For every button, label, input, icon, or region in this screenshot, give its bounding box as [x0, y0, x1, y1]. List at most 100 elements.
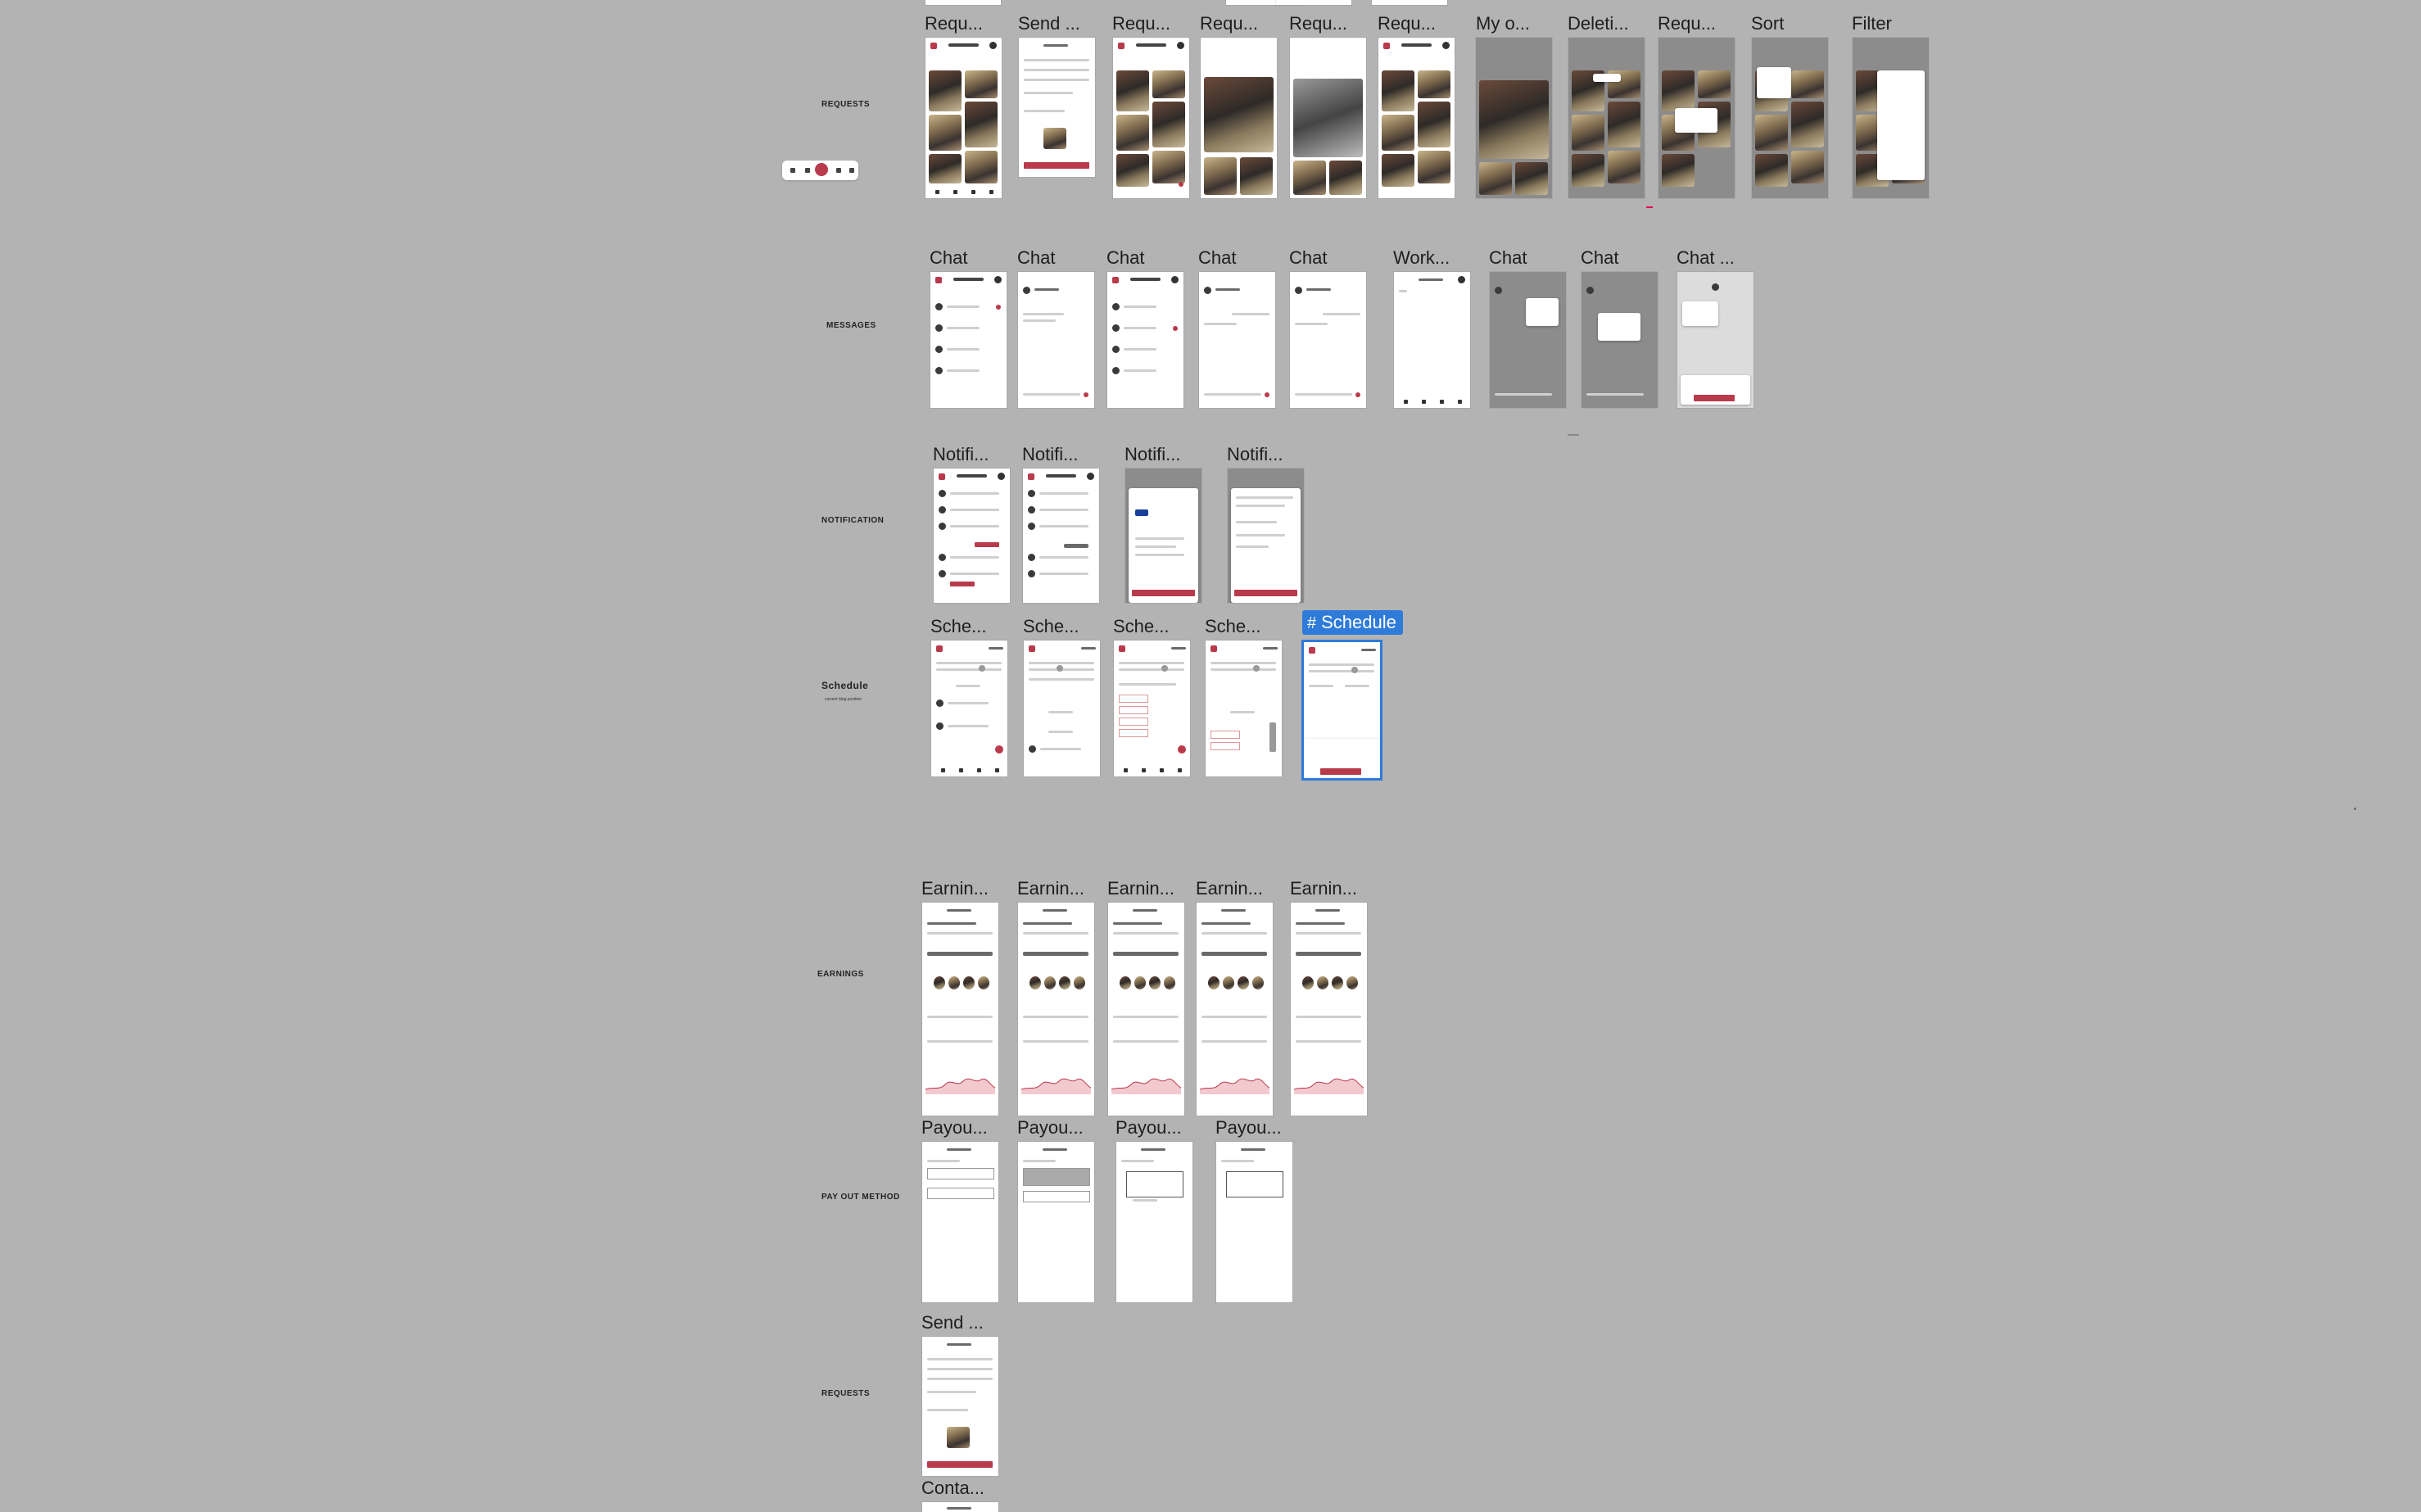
section-label-notification: NOTIFICATION [821, 516, 885, 525]
earnings-chart [1111, 1078, 1181, 1094]
frame-schedule[interactable] [1114, 641, 1190, 776]
frame-chat-confirm[interactable] [1582, 272, 1658, 408]
frame-chat-thread[interactable] [1199, 272, 1275, 408]
floating-toolbar[interactable] [782, 161, 858, 180]
frame-title[interactable]: Chat [1106, 247, 1144, 269]
frame-title[interactable]: Earnin... [921, 878, 989, 899]
frame-title[interactable]: Chat [1198, 247, 1236, 269]
frame-contact[interactable] [922, 1502, 998, 1512]
frame-notification-form[interactable] [1228, 469, 1304, 603]
frame-title[interactable]: Notifi... [1022, 444, 1078, 465]
frame-title[interactable]: Chat [1289, 247, 1327, 269]
earnings-chart [1200, 1078, 1269, 1094]
frame-title[interactable]: Sche... [1205, 616, 1260, 637]
frame-send-request[interactable] [922, 1337, 998, 1476]
frame-filter[interactable] [1853, 38, 1929, 198]
frame-title[interactable]: Notifi... [933, 444, 989, 465]
frame-cutoff[interactable] [925, 0, 1001, 5]
frame-title[interactable]: Payou... [1115, 1117, 1182, 1139]
frame-earnings[interactable] [1197, 903, 1273, 1116]
selected-frame-label: Schedule [1321, 612, 1396, 632]
frame-schedule-selected[interactable] [1301, 640, 1382, 781]
frame-schedule[interactable] [1024, 641, 1100, 776]
frame-chat-thread[interactable] [1290, 272, 1366, 408]
frame-send-request[interactable] [1019, 38, 1095, 177]
frame-title[interactable]: Payou... [1215, 1117, 1282, 1139]
frame-chat-report[interactable] [1677, 272, 1754, 408]
earnings-chart [1021, 1078, 1091, 1094]
frame-title[interactable]: Chat ... [1677, 247, 1735, 269]
frame-earnings[interactable] [1291, 903, 1367, 1116]
frame-title[interactable]: Chat [1581, 247, 1618, 269]
toolbar-active-icon[interactable] [815, 163, 828, 176]
frame-title[interactable]: Send ... [921, 1312, 984, 1333]
frame-chat-menu[interactable] [1490, 272, 1566, 408]
frame-request-detail[interactable] [1201, 38, 1277, 198]
frame-payout[interactable] [922, 1142, 998, 1302]
frame-title[interactable]: My o... [1476, 13, 1530, 34]
toolbar-icon[interactable] [805, 168, 810, 173]
frame-title[interactable]: Earnin... [1107, 878, 1174, 899]
frame-title[interactable]: Chat [1489, 247, 1527, 269]
frame-notification-payment[interactable] [1125, 469, 1201, 603]
frame-title[interactable]: Chat [1017, 247, 1055, 269]
canvas-mark [2354, 808, 2356, 810]
frame-title[interactable]: Chat [930, 247, 967, 269]
frame-earnings[interactable] [1018, 903, 1094, 1116]
frame-chat-list[interactable] [1107, 272, 1183, 408]
frame-title[interactable]: Work... [1393, 247, 1450, 269]
frame-chat-thread[interactable] [1018, 272, 1094, 408]
frame-my-offer[interactable] [1476, 38, 1552, 198]
toolbar-icon[interactable] [849, 168, 854, 173]
frame-payout-bank[interactable] [1216, 1142, 1292, 1302]
frame-sort[interactable] [1752, 38, 1828, 198]
frame-earnings[interactable] [922, 903, 998, 1116]
frame-title[interactable]: Sche... [1113, 616, 1169, 637]
frame-payout-bank[interactable] [1116, 1142, 1192, 1302]
section-label-payout: PAY OUT METHOD [821, 1193, 900, 1202]
frame-title[interactable]: Notifi... [1227, 444, 1283, 465]
frame-cutoff[interactable] [1276, 0, 1351, 5]
toolbar-icon[interactable] [836, 168, 841, 173]
frame-title[interactable]: Notifi... [1125, 444, 1180, 465]
frame-request-confirm[interactable] [1658, 38, 1735, 198]
frame-chat-list[interactable] [930, 272, 1007, 408]
frame-title[interactable]: Payou... [921, 1117, 988, 1139]
frame-title[interactable]: Conta... [921, 1478, 984, 1499]
earnings-chart [1294, 1078, 1364, 1094]
section-label-earnings: EARNINGS [817, 970, 864, 979]
frame-title[interactable]: Sche... [1023, 616, 1079, 637]
frame-title[interactable]: Requ... [1112, 13, 1170, 34]
frame-title[interactable]: Requ... [1378, 13, 1436, 34]
toolbar-icon[interactable] [790, 168, 795, 173]
frame-requests[interactable] [925, 38, 1002, 198]
frame-title[interactable]: Payou... [1017, 1117, 1084, 1139]
frame-delete-request[interactable] [1568, 38, 1645, 198]
frame-title[interactable]: Earnin... [1017, 878, 1084, 899]
frame-title[interactable]: Requ... [1289, 13, 1347, 34]
frame-schedule[interactable] [931, 641, 1007, 776]
frame-cutoff[interactable] [1372, 0, 1447, 5]
section-sublabel-schedule: current blog position [825, 697, 862, 702]
frame-title[interactable]: Requ... [1658, 13, 1716, 34]
frame-notifications[interactable] [1023, 469, 1099, 603]
frame-title[interactable]: Sort [1751, 13, 1784, 34]
selected-frame-tag[interactable]: # Schedule [1302, 610, 1403, 635]
frame-requests[interactable] [1378, 38, 1455, 198]
frame-hash-icon: # [1307, 614, 1317, 632]
frame-schedule[interactable] [1206, 641, 1282, 776]
frame-title[interactable]: Filter [1852, 13, 1892, 34]
frame-request-detail-dark[interactable] [1290, 38, 1366, 198]
frame-requests[interactable] [1113, 38, 1189, 198]
frame-title[interactable]: Sche... [930, 616, 986, 637]
frame-title[interactable]: Earnin... [1290, 878, 1357, 899]
frame-title[interactable]: Send ... [1018, 13, 1080, 34]
frame-earnings[interactable] [1108, 903, 1184, 1116]
frame-title[interactable]: Requ... [1200, 13, 1258, 34]
frame-payout[interactable] [1018, 1142, 1094, 1302]
frame-title[interactable]: Requ... [925, 13, 983, 34]
frame-workspace[interactable] [1394, 272, 1470, 408]
frame-title[interactable]: Earnin... [1196, 878, 1263, 899]
frame-notifications[interactable] [934, 469, 1010, 603]
frame-title[interactable]: Deleti... [1568, 13, 1629, 34]
